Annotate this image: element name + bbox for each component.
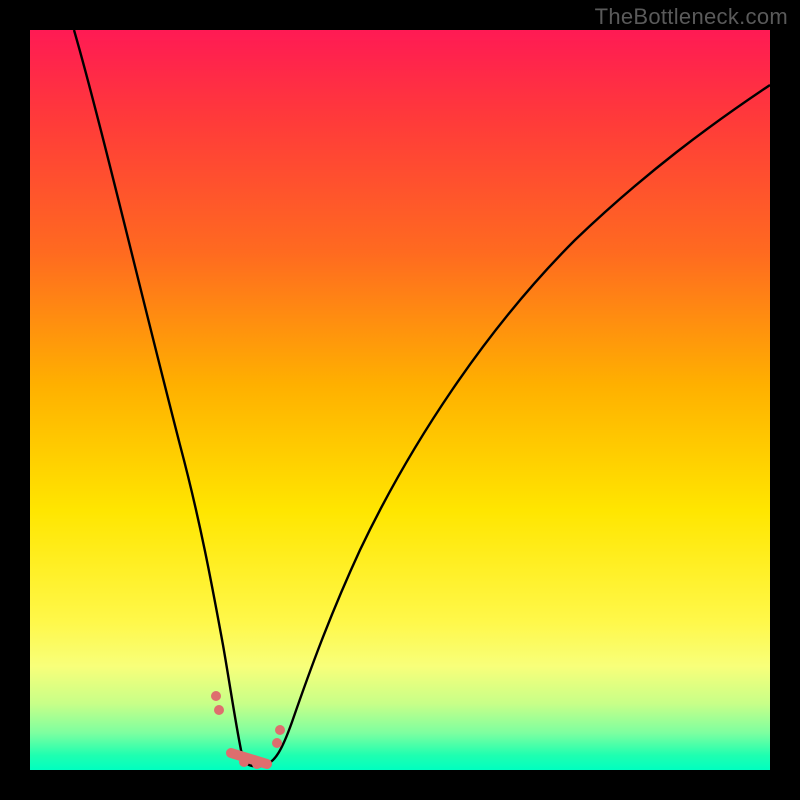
chart-svg [30, 30, 770, 770]
plot-area [30, 30, 770, 770]
chart-frame: TheBottleneck.com [0, 0, 800, 800]
bottleneck-curve [74, 30, 770, 767]
approx-points-group [216, 696, 280, 764]
watermark-text: TheBottleneck.com [595, 4, 788, 30]
